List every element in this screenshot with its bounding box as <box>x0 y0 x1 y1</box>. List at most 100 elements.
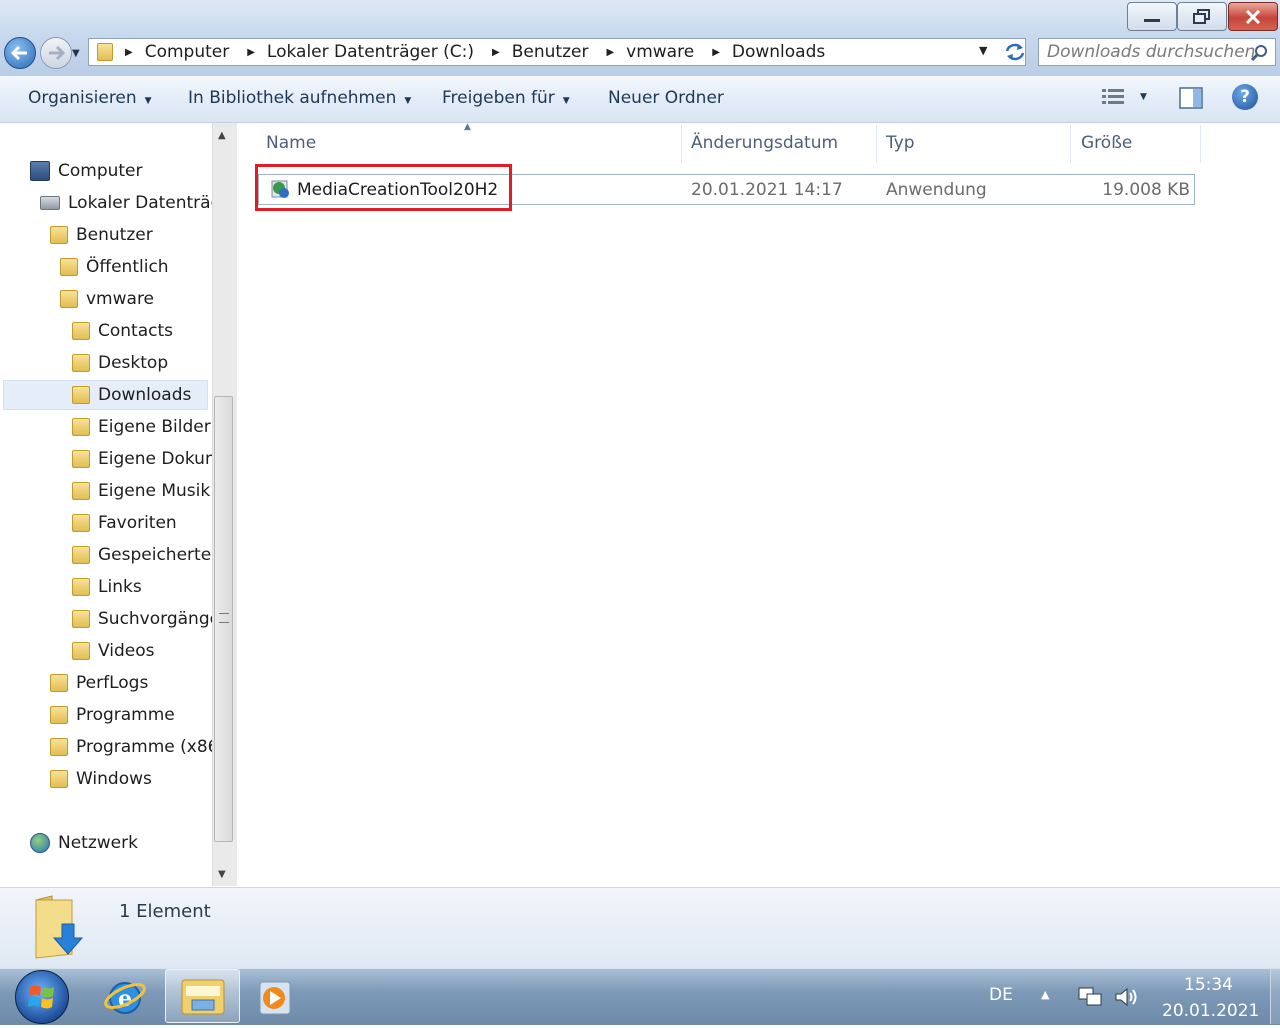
nav-item-desktop[interactable]: Desktop <box>72 350 168 376</box>
column-header-name[interactable]: Name <box>266 133 316 155</box>
nav-item-label: Desktop <box>98 353 169 373</box>
network-tray-icon[interactable] <box>1077 985 1103 1014</box>
close-button[interactable] <box>1228 2 1278 31</box>
scrollbar-thumb[interactable] <box>214 396 233 842</box>
nav-item-label: Eigene Musik <box>98 481 211 501</box>
nav-item-local-disk[interactable]: Lokaler Datenträg <box>40 190 212 216</box>
nav-item-eigene-dokumente[interactable]: Eigene Dokum <box>72 446 212 472</box>
column-divider[interactable] <box>1200 125 1201 163</box>
nav-item-downloads[interactable]: Downloads <box>72 382 191 408</box>
clock-date[interactable]: 20.01.2021 <box>1162 1001 1259 1021</box>
refresh-button[interactable] <box>1000 40 1030 64</box>
back-button[interactable] <box>4 37 36 69</box>
file-date: 20.01.2021 14:17 <box>691 180 843 200</box>
links-folder-icon <box>72 578 90 596</box>
share-menu-button[interactable]: Freigeben für ▼ <box>442 88 570 108</box>
nav-item-netzwerk[interactable]: Netzwerk <box>30 830 138 856</box>
help-button[interactable]: ? <box>1232 84 1258 110</box>
search-input[interactable]: Downloads durchsuchen <box>1038 38 1276 66</box>
nav-item-videos[interactable]: Videos <box>72 638 155 664</box>
recent-pages-chevron-icon[interactable]: ▼ <box>72 48 80 59</box>
nav-item-label: Favoriten <box>98 513 177 533</box>
clock-time[interactable]: 15:34 <box>1184 975 1233 995</box>
column-divider[interactable] <box>1070 125 1071 163</box>
back-arrow-icon <box>11 45 27 61</box>
minimize-icon <box>1144 19 1160 22</box>
folder-icon <box>50 770 68 788</box>
nav-item-perflogs[interactable]: PerfLogs <box>50 670 148 696</box>
nav-item-gespeicherte-spiele[interactable]: Gespeicherte S <box>72 542 212 568</box>
media-player-taskbar-button[interactable] <box>256 978 296 1023</box>
forward-button[interactable] <box>40 37 72 69</box>
file-list-pane <box>237 123 1280 886</box>
nav-item-label: Computer <box>58 161 143 181</box>
scroll-up-arrow-icon[interactable]: ▲ <box>218 130 226 141</box>
input-language-indicator[interactable]: DE <box>989 985 1013 1005</box>
volume-tray-icon[interactable] <box>1113 985 1139 1014</box>
scroll-down-arrow-icon[interactable]: ▼ <box>218 869 226 880</box>
column-header-type[interactable]: Typ <box>886 133 915 155</box>
breadcrumb-benutzer[interactable]: Benutzer <box>512 42 589 62</box>
show-desktop-button[interactable] <box>1270 969 1280 1024</box>
address-bar[interactable]: ▶ Computer ▶ Lokaler Datenträger (C:) ▶ … <box>88 38 1026 66</box>
nav-item-label: Windows <box>76 769 152 789</box>
nav-item-programme[interactable]: Programme <box>50 702 175 728</box>
start-button[interactable] <box>15 970 69 1024</box>
breadcrumb-separator[interactable]: ▶ <box>606 47 614 58</box>
nav-item-label: Öffentlich <box>86 257 169 277</box>
breadcrumb-computer[interactable]: Computer <box>145 42 230 62</box>
file-type: Anwendung <box>886 180 987 200</box>
computer-icon <box>30 161 50 181</box>
internet-explorer-taskbar-button[interactable]: e <box>102 974 148 1025</box>
address-dropdown-icon[interactable]: ▼ <box>979 44 987 57</box>
show-hidden-icons-chevron-icon[interactable]: ▲ <box>1041 988 1049 1001</box>
folder-icon <box>50 706 68 724</box>
nav-item-vmware[interactable]: vmware <box>60 286 154 312</box>
column-header-date[interactable]: Änderungsdatum <box>691 133 838 155</box>
organize-menu-button[interactable]: Organisieren ▼ <box>28 88 152 108</box>
breadcrumb-separator[interactable]: ▶ <box>125 47 133 58</box>
nav-item-suchvorgaenge[interactable]: Suchvorgänge <box>72 606 212 632</box>
nav-item-label: Suchvorgänge <box>98 609 212 629</box>
nav-item-oeffentlich[interactable]: Öffentlich <box>60 254 169 280</box>
details-view-icon <box>1102 89 1124 104</box>
breadcrumb-separator[interactable]: ▶ <box>712 47 720 58</box>
column-divider[interactable] <box>876 125 877 163</box>
nav-item-favoriten[interactable]: Favoriten <box>72 510 177 536</box>
explorer-taskbar-button[interactable] <box>165 969 240 1023</box>
file-size: 19.008 KB <box>1102 180 1190 200</box>
nav-item-computer[interactable]: Computer <box>30 158 143 184</box>
nav-item-benutzer[interactable]: Benutzer <box>50 222 153 248</box>
internet-explorer-icon: e <box>104 982 146 1014</box>
desktop-folder-icon <box>72 354 90 372</box>
nav-item-contacts[interactable]: Contacts <box>72 318 173 344</box>
documents-folder-icon <box>72 450 90 468</box>
nav-item-links[interactable]: Links <box>72 574 142 600</box>
folder-icon <box>60 258 78 276</box>
include-library-menu-button[interactable]: In Bibliothek aufnehmen ▼ <box>188 88 411 108</box>
breadcrumb-separator[interactable]: ▶ <box>492 47 500 58</box>
organize-label: Organisieren <box>28 88 137 108</box>
new-folder-button[interactable]: Neuer Ordner <box>608 88 724 108</box>
nav-item-label: Gespeicherte S <box>98 545 212 565</box>
chevron-down-icon: ▼ <box>1140 92 1147 102</box>
breadcrumb-downloads[interactable]: Downloads <box>732 42 825 62</box>
nav-item-programme-x86[interactable]: Programme (x86 <box>50 734 212 760</box>
favorites-folder-icon <box>72 514 90 532</box>
column-header-size[interactable]: Größe <box>1081 133 1132 155</box>
column-divider[interactable] <box>681 125 682 163</box>
nav-item-eigene-musik[interactable]: Eigene Musik <box>72 478 210 504</box>
breadcrumb-separator[interactable]: ▶ <box>247 47 255 58</box>
minimize-button[interactable] <box>1127 2 1177 31</box>
nav-item-eigene-bilder[interactable]: Eigene Bilder <box>72 414 211 440</box>
grip-icon <box>219 613 229 623</box>
folder-icon <box>50 674 68 692</box>
view-options-button[interactable]: ▼ <box>1100 86 1147 108</box>
music-folder-icon <box>72 482 90 500</box>
preview-pane-button[interactable] <box>1178 86 1204 115</box>
breadcrumb-drive-c[interactable]: Lokaler Datenträger (C:) <box>267 42 474 62</box>
nav-item-label: Eigene Dokum <box>98 449 212 469</box>
restore-button[interactable] <box>1177 2 1227 31</box>
breadcrumb-vmware[interactable]: vmware <box>626 42 694 62</box>
nav-item-windows[interactable]: Windows <box>50 766 152 792</box>
